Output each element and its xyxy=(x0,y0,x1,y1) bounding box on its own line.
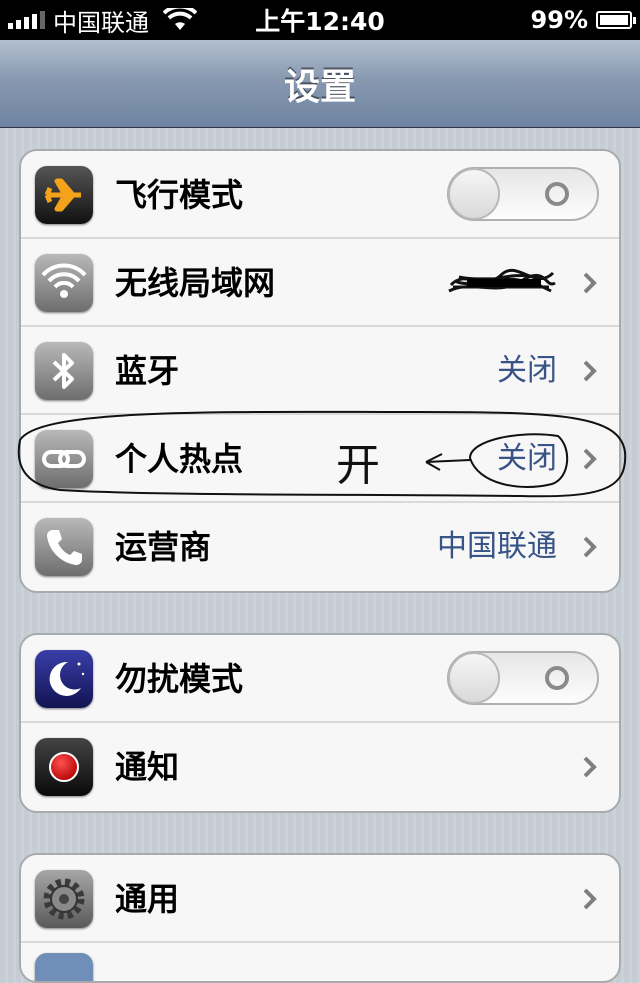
phone-icon xyxy=(35,518,93,576)
navigation-bar: 设置 xyxy=(0,40,640,128)
row-value: 中国联通 xyxy=(437,529,557,564)
airplane-mode-toggle[interactable] xyxy=(447,167,599,221)
notification-icon xyxy=(35,738,93,796)
settings-group-general: 通用 xyxy=(19,853,621,983)
chevron-right-icon xyxy=(583,448,597,470)
chevron-right-icon xyxy=(583,536,597,558)
scribbled-network-name xyxy=(448,268,556,293)
row-label: 个人热点 xyxy=(115,440,244,478)
settings-group-notifications: 勿扰模式 通知 xyxy=(19,633,621,813)
do-not-disturb-toggle[interactable] xyxy=(447,651,599,705)
row-label: 通用 xyxy=(115,880,180,918)
hotspot-icon xyxy=(35,430,93,488)
row-wifi[interactable]: 无线局域网 xyxy=(21,239,619,327)
row-carrier[interactable]: 运营商 中国联通 xyxy=(21,503,619,591)
row-label: 运营商 xyxy=(115,528,212,566)
row-general[interactable]: 通用 xyxy=(21,855,619,943)
page-title: 设置 xyxy=(283,66,356,108)
row-value: 关闭 xyxy=(497,441,557,476)
status-bar: 中国联通 上午12:40 99% xyxy=(0,0,640,40)
chevron-right-icon xyxy=(583,360,597,382)
gear-icon xyxy=(35,870,93,928)
partial-icon xyxy=(35,953,93,981)
wifi-icon xyxy=(35,254,93,312)
row-label: 通知 xyxy=(115,748,180,786)
status-right: 99% xyxy=(530,0,636,40)
battery-percent: 99% xyxy=(530,6,588,34)
row-airplane-mode[interactable]: 飞行模式 xyxy=(21,151,619,239)
row-bluetooth[interactable]: 蓝牙 关闭 xyxy=(21,327,619,415)
row-do-not-disturb[interactable]: 勿扰模式 xyxy=(21,635,619,723)
row-label: 勿扰模式 xyxy=(115,660,244,698)
row-label: 无线局域网 xyxy=(115,264,276,302)
row-notifications[interactable]: 通知 xyxy=(21,723,619,811)
row-label: 飞行模式 xyxy=(115,176,244,214)
row-value: 关闭 xyxy=(497,353,557,388)
moon-icon xyxy=(35,650,93,708)
row-label: 蓝牙 xyxy=(115,352,180,390)
airplane-icon xyxy=(35,166,93,224)
row-next-partial[interactable] xyxy=(21,943,619,981)
chevron-right-icon xyxy=(583,888,597,910)
bluetooth-icon xyxy=(35,342,93,400)
battery-icon xyxy=(596,11,636,29)
settings-group-network: 飞行模式 无线局域网 蓝牙 关闭 个人热点 关闭 运营商 中国联通 xyxy=(19,149,621,593)
row-personal-hotspot[interactable]: 个人热点 关闭 xyxy=(21,415,619,503)
chevron-right-icon xyxy=(583,756,597,778)
chevron-right-icon xyxy=(583,272,597,294)
